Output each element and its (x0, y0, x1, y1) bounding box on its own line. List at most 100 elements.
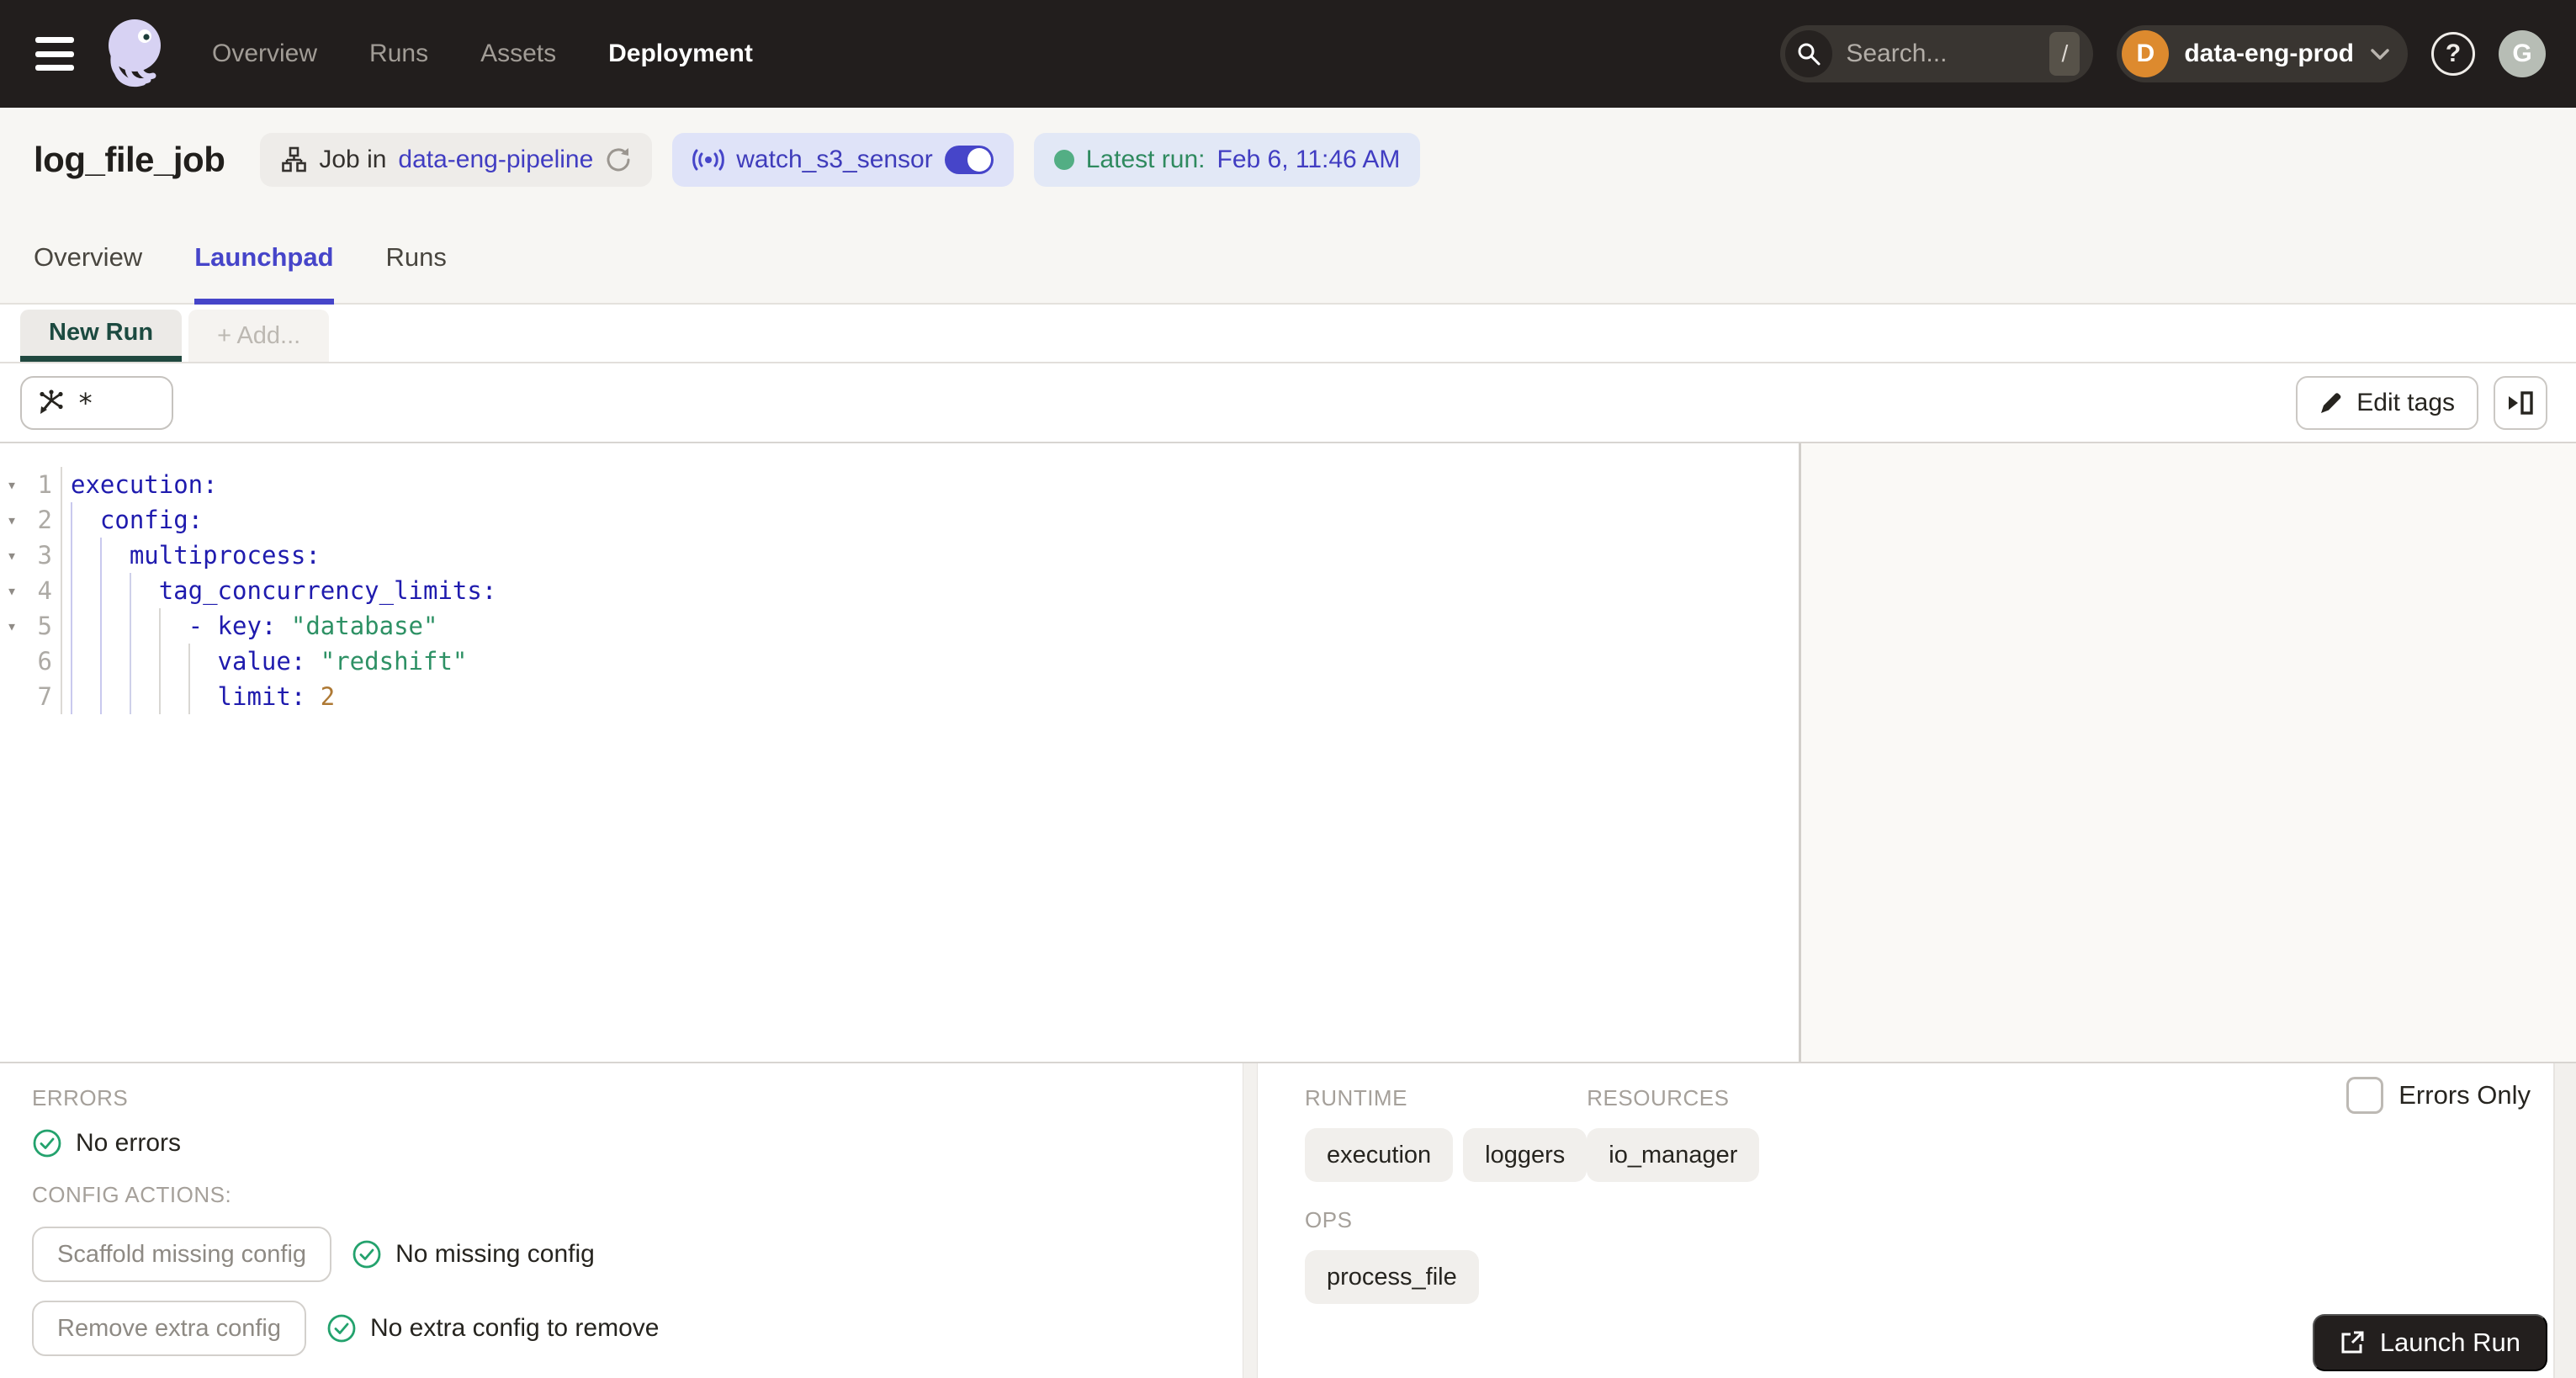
panel-resize-handle[interactable] (1243, 1063, 1258, 1378)
code-text: config: (62, 502, 203, 538)
indent-guide (71, 608, 100, 644)
toggle-right-panel-button[interactable] (2494, 375, 2547, 430)
indent-guide (99, 608, 130, 644)
op-selector-icon (40, 389, 63, 414)
nav-item-deployment[interactable]: Deployment (608, 40, 753, 68)
code-line[interactable]: ▾ 2 config: (0, 502, 1799, 538)
code-line[interactable]: 7 limit: 2 (0, 679, 1799, 714)
fold-arrow-icon[interactable]: ▾ (0, 608, 24, 644)
refresh-icon[interactable] (605, 146, 632, 173)
tag-pill[interactable]: process_file (1305, 1250, 1479, 1304)
fold-arrow-icon[interactable]: ▾ (0, 538, 24, 573)
code-line[interactable]: 6 value: "redshift" (0, 644, 1799, 679)
sensor-icon (692, 149, 725, 171)
job-badge-prefix: Job in (319, 146, 387, 173)
indent-guide (188, 679, 218, 714)
main-nav: Overview Runs Assets Deployment (212, 40, 753, 68)
runtime-group: RUNTIME execution loggers (1305, 1085, 1587, 1182)
config-editor[interactable]: ▾ 1 execution: ▾ 2 config: ▾ 3 multiprocess: ▾ 4 ta… (0, 443, 1801, 1062)
no-extra-config-text: No extra config to remove (369, 1314, 660, 1342)
errors-only-toggle[interactable]: Errors Only (2346, 1077, 2531, 1114)
fold-arrow-icon[interactable]: ▾ (0, 467, 24, 502)
deployment-name: data-eng-prod (2184, 40, 2354, 67)
tab-launchpad[interactable]: Launchpad (194, 212, 334, 305)
edit-tags-button[interactable]: Edit tags (2296, 375, 2478, 430)
session-tab-add[interactable]: + Add... (188, 310, 330, 362)
remove-extra-config-button[interactable]: Remove extra config (32, 1301, 306, 1356)
run-status-dot (1053, 150, 1074, 170)
resources-label: RESOURCES (1587, 1085, 1730, 1110)
indent-guide (188, 644, 218, 679)
line-number: 2 (24, 502, 62, 538)
panel-toggle-icon (2509, 390, 2533, 415)
search-icon (1785, 30, 1833, 77)
nav-item-runs[interactable]: Runs (369, 40, 428, 68)
help-button[interactable]: ? (2431, 32, 2475, 76)
launch-run-label: Launch Run (2379, 1328, 2520, 1357)
sensor-name-link[interactable]: watch_s3_sensor (736, 146, 932, 174)
code-text: - key: "database" (62, 608, 437, 644)
tag-pill[interactable]: io_manager (1587, 1128, 1760, 1182)
line-number: 7 (24, 679, 62, 714)
config-actions-label: CONFIG ACTIONS: (32, 1182, 232, 1207)
indent-guide (99, 538, 130, 573)
code-text: limit: 2 (62, 679, 335, 714)
search-input[interactable]: Search... / (1780, 25, 2094, 82)
tag-pill[interactable]: execution (1305, 1128, 1454, 1182)
line-number: 5 (24, 608, 62, 644)
line-number: 1 (24, 467, 62, 502)
question-icon: ? (2445, 40, 2462, 67)
op-selection-value: * (77, 386, 94, 419)
fold-arrow-icon[interactable]: ▾ (0, 573, 24, 608)
check-icon (327, 1314, 356, 1343)
indent-guide (71, 679, 100, 714)
user-avatar[interactable]: G (2499, 30, 2546, 77)
nav-item-assets[interactable]: Assets (480, 40, 556, 68)
code-text: execution: (71, 470, 218, 499)
session-tab-new-run[interactable]: New Run (20, 310, 183, 362)
job-badge: Job in data-eng-pipeline (260, 133, 653, 187)
indent-guide (158, 644, 188, 679)
page-title: log_file_job (34, 140, 225, 179)
code-line[interactable]: ▾ 4 tag_concurrency_limits: (0, 573, 1799, 608)
code-line[interactable]: ▾ 5- key: "database" (0, 608, 1799, 644)
latest-run-badge: Latest run: Feb 6, 11:46 AM (1033, 133, 1421, 187)
fold-gutter (0, 644, 24, 679)
check-icon (352, 1240, 381, 1269)
sensor-toggle[interactable] (944, 146, 994, 174)
job-tabs: Overview Launchpad Runs (0, 212, 2576, 305)
search-shortcut-key: / (2049, 32, 2080, 76)
launchpad-toolbar: * Edit tags (0, 363, 2576, 443)
scrollbar-track[interactable] (2553, 1063, 2576, 1378)
tag-pill[interactable]: loggers (1463, 1128, 1587, 1182)
latest-run-link[interactable]: Feb 6, 11:46 AM (1217, 146, 1401, 174)
indent-guide (129, 573, 159, 608)
deployment-switcher[interactable]: D data-eng-prod (2117, 25, 2408, 82)
code-line[interactable]: ▾ 1 execution: (0, 467, 1799, 502)
runtime-pills: execution loggers (1305, 1128, 1587, 1182)
line-number: 4 (24, 573, 62, 608)
search-placeholder: Search... (1846, 40, 1948, 67)
dagster-app: Overview Runs Assets Deployment Search..… (0, 0, 2576, 1378)
dagster-logo-icon[interactable] (96, 13, 173, 94)
fold-arrow-icon[interactable]: ▾ (0, 502, 24, 538)
nav-item-overview[interactable]: Overview (212, 40, 317, 68)
scaffold-missing-config-button[interactable]: Scaffold missing config (32, 1227, 332, 1282)
indent-guide (71, 573, 100, 608)
sensor-badge: watch_s3_sensor (672, 133, 1014, 187)
line-number: 6 (24, 644, 62, 679)
tab-runs[interactable]: Runs (386, 212, 447, 303)
code-line[interactable]: ▾ 3 multiprocess: (0, 538, 1799, 573)
indent-guide (129, 679, 159, 714)
launch-run-button[interactable]: Launch Run (2312, 1314, 2547, 1371)
errors-only-checkbox[interactable] (2346, 1077, 2384, 1114)
ops-label: OPS (1305, 1207, 1353, 1232)
indent-guide (71, 538, 100, 573)
pencil-icon (2321, 392, 2341, 413)
resources-group: RESOURCES io_manager (1587, 1085, 1849, 1182)
menu-icon[interactable] (35, 37, 74, 71)
pipeline-link[interactable]: data-eng-pipeline (398, 146, 593, 174)
op-selection-input[interactable]: * (20, 375, 173, 430)
tab-overview[interactable]: Overview (34, 212, 142, 303)
config-schema-panel (1801, 443, 2576, 1062)
